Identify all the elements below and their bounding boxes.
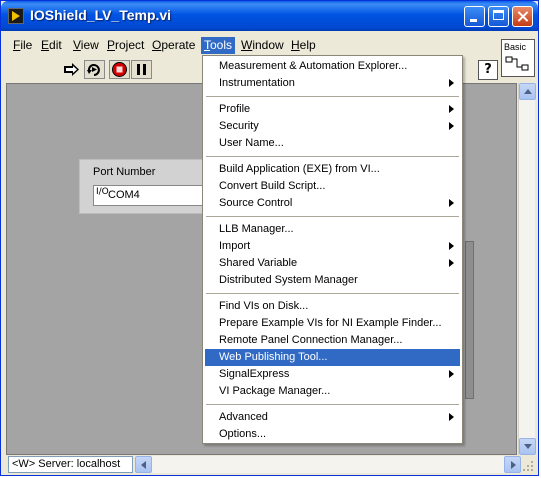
submenu-arrow-icon <box>449 259 454 267</box>
horizontal-scrollbar[interactable] <box>135 456 521 473</box>
scroll-left-button[interactable] <box>135 456 152 473</box>
menu-item-web-publishing-tool[interactable]: Web Publishing Tool... <box>205 349 460 366</box>
menu-item-options[interactable]: Options... <box>205 426 460 443</box>
submenu-arrow-icon <box>449 242 454 250</box>
run-continuously-icon[interactable] <box>84 60 105 79</box>
menu-separator <box>206 404 459 405</box>
menu-project[interactable]: Project <box>104 37 147 54</box>
menu-item-remote-panel-connection-manager[interactable]: Remote Panel Connection Manager... <box>205 332 460 349</box>
port-number-label: Port Number <box>93 166 156 178</box>
menu-bar: File Edit View Project Operate Tools Win… <box>4 35 498 55</box>
submenu-arrow-icon <box>449 413 454 421</box>
menu-item-distributed-system-manager[interactable]: Distributed System Manager <box>205 272 460 289</box>
labview-window: IOShield_LV_Temp.vi File Edit View Proje… <box>0 0 539 476</box>
menu-item-measurement-automation-explorer[interactable]: Measurement & Automation Explorer... <box>205 58 460 75</box>
resize-grip-icon[interactable] <box>519 457 535 473</box>
menu-operate[interactable]: Operate <box>149 37 198 54</box>
visa-resource-field[interactable]: I/O COM4 <box>93 185 218 206</box>
tools-dropdown-menu: Measurement & Automation Explorer... Ins… <box>202 55 463 444</box>
menu-edit[interactable]: Edit <box>38 37 65 54</box>
menu-item-user-name[interactable]: User Name... <box>205 135 460 152</box>
menu-separator <box>206 96 459 97</box>
minimize-button[interactable] <box>464 6 485 27</box>
menu-item-import[interactable]: Import <box>205 238 460 255</box>
menu-item-profile[interactable]: Profile <box>205 101 460 118</box>
title-bar[interactable]: IOShield_LV_Temp.vi <box>1 1 538 31</box>
close-button[interactable] <box>512 6 533 27</box>
menu-item-source-control[interactable]: Source Control <box>205 195 460 212</box>
scroll-down-button[interactable] <box>519 438 536 455</box>
submenu-arrow-icon <box>449 105 454 113</box>
menu-item-security[interactable]: Security <box>205 118 460 135</box>
server-status: <W> Server: localhost <box>8 456 133 473</box>
maximize-button[interactable] <box>488 6 509 27</box>
window-title: IOShield_LV_Temp.vi <box>30 7 172 23</box>
run-arrow-icon[interactable] <box>61 60 82 79</box>
palette-basic-icon[interactable]: Basic <box>501 39 535 77</box>
scroll-up-button[interactable] <box>519 83 536 100</box>
context-help-button[interactable]: ? <box>478 60 498 80</box>
menu-item-find-vis-on-disk[interactable]: Find VIs on Disk... <box>205 298 460 315</box>
menu-separator <box>206 216 459 217</box>
menu-item-build-application[interactable]: Build Application (EXE) from VI... <box>205 161 460 178</box>
submenu-arrow-icon <box>449 199 454 207</box>
submenu-arrow-icon <box>449 122 454 130</box>
menu-item-prepare-example-vis[interactable]: Prepare Example VIs for NI Example Finde… <box>205 315 460 332</box>
menu-item-shared-variable[interactable]: Shared Variable <box>205 255 460 272</box>
menu-separator <box>206 156 459 157</box>
vi-app-icon <box>8 8 24 24</box>
menu-item-vi-package-manager[interactable]: VI Package Manager... <box>205 383 460 400</box>
menu-window[interactable]: Window <box>238 37 287 54</box>
submenu-arrow-icon <box>449 79 454 87</box>
submenu-arrow-icon <box>449 370 454 378</box>
vertical-scrollbar[interactable] <box>518 83 536 455</box>
pause-icon[interactable] <box>131 60 152 79</box>
menu-help[interactable]: Help <box>288 37 319 54</box>
menu-item-llb-manager[interactable]: LLB Manager... <box>205 221 460 238</box>
status-bar: <W> Server: localhost <box>4 456 521 474</box>
port-value: COM4 <box>108 189 140 201</box>
io-icon: I/O <box>96 187 109 197</box>
panel-indicator-edge <box>465 241 474 399</box>
menu-item-convert-build-script[interactable]: Convert Build Script... <box>205 178 460 195</box>
menu-separator <box>206 293 459 294</box>
menu-file[interactable]: File <box>10 37 35 54</box>
palette-label: Basic <box>504 42 527 52</box>
menu-item-advanced[interactable]: Advanced <box>205 409 460 426</box>
menu-view[interactable]: View <box>70 37 102 54</box>
menu-item-signalexpress[interactable]: SignalExpress <box>205 366 460 383</box>
abort-icon[interactable] <box>109 60 130 79</box>
menu-item-instrumentation[interactable]: Instrumentation <box>205 75 460 92</box>
menu-tools[interactable]: Tools <box>201 37 236 54</box>
